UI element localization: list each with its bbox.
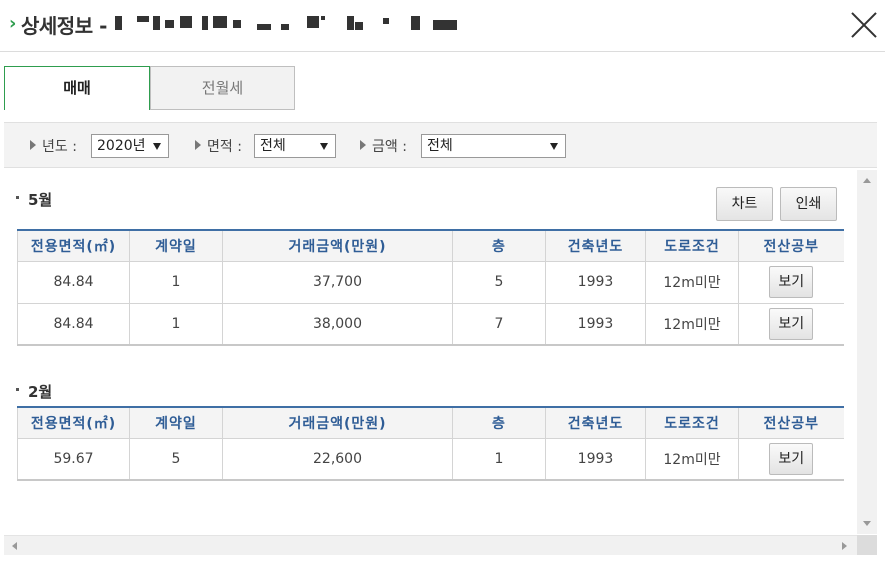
col-contract-day: 계약일 <box>129 407 223 439</box>
col-built-year: 건축년도 <box>545 407 646 439</box>
cell-record: 보기 <box>738 303 844 346</box>
month-heading: 2월 <box>16 381 52 402</box>
scrollbar-corner <box>857 535 877 555</box>
redacted-address <box>115 14 460 32</box>
cell-road: 12m미만 <box>645 438 739 481</box>
caret-down-icon <box>550 143 558 150</box>
table-row: 84.84 1 38,000 7 1993 12m미만 보기 <box>17 303 844 346</box>
view-button[interactable]: 보기 <box>769 307 814 340</box>
cell-day: 1 <box>129 261 223 304</box>
cell-floor: 7 <box>452 303 546 346</box>
cell-price: 37,700 <box>222 261 453 304</box>
price-filter-label: 금액 : <box>372 139 407 155</box>
scroll-down-arrow-icon[interactable] <box>863 521 871 526</box>
bullet-icon <box>16 388 19 391</box>
cell-road: 12m미만 <box>645 261 739 304</box>
results-panel: 5월 차트 인쇄 전용면적(㎡) 계약일 거래금액(만원) 층 건축년도 도로조… <box>4 170 857 534</box>
table-row: 84.84 1 37,700 5 1993 12m미만 보기 <box>17 261 844 304</box>
col-floor: 층 <box>452 407 546 439</box>
dialog-header: › 상세정보 - <box>0 0 885 52</box>
cell-built-year: 1993 <box>545 438 646 481</box>
cell-floor: 1 <box>452 438 546 481</box>
area-select[interactable]: 전체 <box>254 134 336 158</box>
transactions-table-may: 전용면적(㎡) 계약일 거래금액(만원) 층 건축년도 도로조건 전산공부 84… <box>17 229 844 346</box>
col-price: 거래금액(만원) <box>222 230 453 262</box>
cell-price: 22,600 <box>222 438 453 481</box>
scroll-right-arrow-icon[interactable] <box>842 542 847 550</box>
year-select-value: 2020년 <box>97 138 146 154</box>
caret-down-icon <box>153 143 161 150</box>
cell-area: 84.84 <box>17 303 130 346</box>
scroll-up-arrow-icon[interactable] <box>863 178 871 183</box>
col-contract-day: 계약일 <box>129 230 223 262</box>
price-select[interactable]: 전체 <box>421 134 566 158</box>
cell-built-year: 1993 <box>545 261 646 304</box>
cell-day: 1 <box>129 303 223 346</box>
cell-record: 보기 <box>738 438 844 481</box>
year-filter-label: 년도 : <box>42 139 77 155</box>
col-built-year: 건축년도 <box>545 230 646 262</box>
transactions-table-feb: 전용면적(㎡) 계약일 거래금액(만원) 층 건축년도 도로조건 전산공부 59… <box>17 406 844 481</box>
col-record: 전산공부 <box>738 230 844 262</box>
cell-floor: 5 <box>452 261 546 304</box>
month-heading-label: 5월 <box>28 191 53 209</box>
scroll-left-arrow-icon[interactable] <box>12 542 17 550</box>
cell-day: 5 <box>129 438 223 481</box>
chart-button[interactable]: 차트 <box>716 187 773 221</box>
triangle-right-icon <box>195 140 201 150</box>
month-heading-label: 2월 <box>28 383 53 401</box>
chevron-right-icon: › <box>9 13 17 34</box>
caret-down-icon <box>320 143 328 150</box>
year-select[interactable]: 2020년 <box>91 134 169 158</box>
view-button[interactable]: 보기 <box>769 266 814 298</box>
col-area: 전용면적(㎡) <box>17 407 130 439</box>
col-road: 도로조건 <box>645 407 739 439</box>
triangle-right-icon <box>30 140 36 150</box>
horizontal-scrollbar[interactable] <box>4 535 857 555</box>
close-button[interactable] <box>846 7 882 43</box>
tab-rent[interactable]: 전월세 <box>150 66 295 110</box>
col-road: 도로조건 <box>645 230 739 262</box>
vertical-scrollbar[interactable] <box>857 170 877 534</box>
area-select-value: 전체 <box>260 138 286 154</box>
cell-record: 보기 <box>738 261 844 304</box>
col-record: 전산공부 <box>738 407 844 439</box>
col-area: 전용면적(㎡) <box>17 230 130 262</box>
dialog-title: 상세정보 - <box>21 14 107 38</box>
cell-area: 84.84 <box>17 261 130 304</box>
cell-road: 12m미만 <box>645 303 739 346</box>
triangle-right-icon <box>360 140 366 150</box>
month-heading: 5월 <box>16 189 52 210</box>
table-row: 59.67 5 22,600 1 1993 12m미만 보기 <box>17 438 844 481</box>
col-floor: 층 <box>452 230 546 262</box>
cell-area: 59.67 <box>17 438 130 481</box>
bullet-icon <box>16 196 19 199</box>
cell-built-year: 1993 <box>545 303 646 346</box>
view-button[interactable]: 보기 <box>769 442 814 475</box>
tab-sale[interactable]: 매매 <box>4 66 150 110</box>
cell-price: 38,000 <box>222 303 453 346</box>
table-header-row: 전용면적(㎡) 계약일 거래금액(만원) 층 건축년도 도로조건 전산공부 <box>17 407 844 439</box>
price-select-value: 전체 <box>427 138 453 154</box>
col-price: 거래금액(만원) <box>222 407 453 439</box>
table-header-row: 전용면적(㎡) 계약일 거래금액(만원) 층 건축년도 도로조건 전산공부 <box>17 230 844 262</box>
area-filter-label: 면적 : <box>207 139 242 155</box>
print-button[interactable]: 인쇄 <box>780 187 837 221</box>
filter-bar: 년도 : 2020년 면적 : 전체 금액 : 전체 <box>4 122 877 168</box>
